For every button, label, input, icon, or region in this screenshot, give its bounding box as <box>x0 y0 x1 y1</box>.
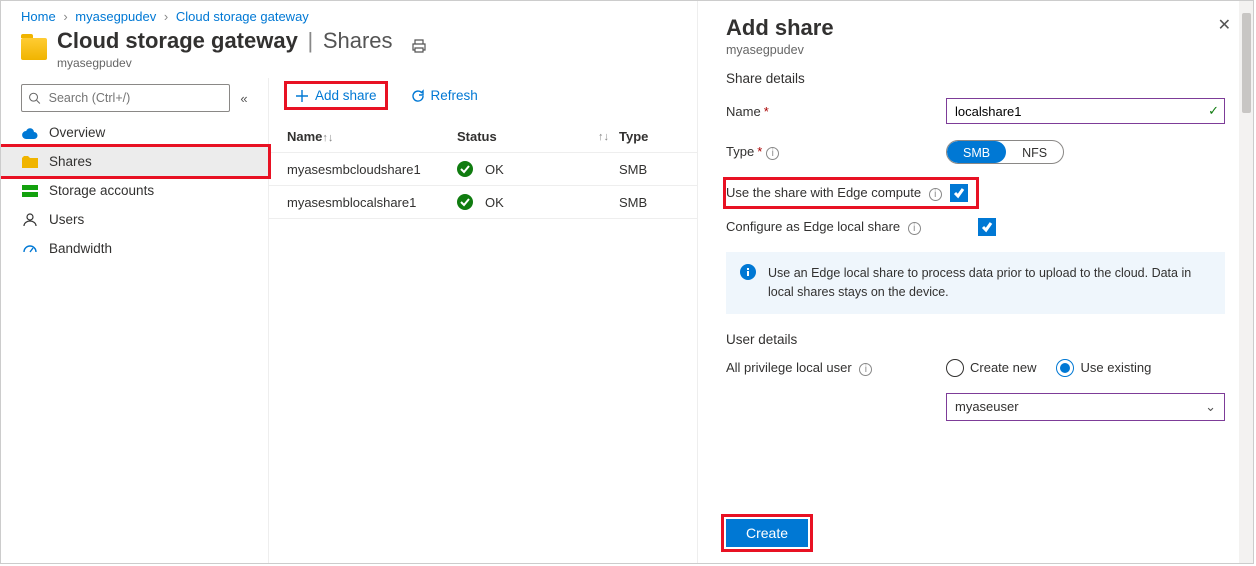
refresh-button[interactable]: Refresh <box>403 84 486 107</box>
info-icon[interactable]: i <box>929 188 942 201</box>
user-details-heading: User details <box>726 332 1225 347</box>
print-icon[interactable] <box>411 38 427 54</box>
shares-table: Name↑↓ Status↑↓ Type myasesmbcloudshare1… <box>269 121 697 219</box>
radio-create-new[interactable]: Create new <box>946 359 1036 377</box>
type-label: Type*i <box>726 144 946 160</box>
table-row[interactable]: myasesmbcloudshare1 OK SMB <box>269 153 697 186</box>
local-share-checkbox[interactable] <box>978 218 996 236</box>
status-ok-icon <box>457 161 479 177</box>
col-name[interactable]: Name <box>287 129 322 144</box>
page-section: Shares <box>323 28 393 53</box>
sidebar-item-label: Shares <box>49 154 92 169</box>
page-subtitle: myasegpudev <box>57 56 393 70</box>
cloud-icon <box>21 127 39 139</box>
user-select[interactable]: myaseuser ⌄ <box>946 393 1225 421</box>
valid-check-icon: ✓ <box>1208 103 1219 119</box>
page-title: Cloud storage gateway <box>57 28 298 53</box>
chevron-right-icon: › <box>164 9 168 24</box>
folder-icon <box>21 156 39 168</box>
radio-use-existing[interactable]: Use existing <box>1056 359 1151 377</box>
breadcrumb: Home › myasegpudev › Cloud storage gatew… <box>1 1 697 28</box>
panel-subtitle: myasegpudev <box>726 43 1225 57</box>
chevron-right-icon: › <box>63 9 67 24</box>
crumb-service[interactable]: Cloud storage gateway <box>176 9 309 24</box>
sidebar-item-shares[interactable]: Shares <box>1 147 268 176</box>
folder-icon <box>21 38 47 60</box>
edge-compute-checkbox[interactable] <box>950 184 968 202</box>
close-icon[interactable]: ✕ <box>1218 15 1231 35</box>
sidebar-item-storage[interactable]: Storage accounts <box>1 176 268 205</box>
edge-compute-label: Use the share with Edge compute i <box>726 185 950 201</box>
col-status[interactable]: Status <box>457 129 497 144</box>
create-button[interactable]: Create <box>726 519 808 547</box>
share-details-heading: Share details <box>726 71 1225 86</box>
refresh-icon <box>411 89 425 103</box>
sidebar-item-label: Users <box>49 212 84 227</box>
panel-title: Add share <box>726 15 1225 41</box>
sidebar-item-label: Overview <box>49 125 105 140</box>
sidebar-item-label: Storage accounts <box>49 183 154 198</box>
local-share-label: Configure as Edge local share i <box>726 219 978 235</box>
status-ok-icon <box>457 194 479 210</box>
sidebar-item-overview[interactable]: Overview <box>1 118 268 147</box>
sidebar-item-bandwidth[interactable]: Bandwidth <box>1 234 268 263</box>
name-label: Name* <box>726 104 946 119</box>
add-share-panel: ✕ Add share myasegpudev Share details Na… <box>698 1 1253 563</box>
sidebar-item-label: Bandwidth <box>49 241 112 256</box>
toolbar: Add share Refresh <box>269 78 697 113</box>
gauge-icon <box>21 242 39 256</box>
info-icon <box>740 264 758 302</box>
chevron-down-icon: ⌄ <box>1205 399 1216 415</box>
crumb-home[interactable]: Home <box>21 9 56 24</box>
type-option-nfs[interactable]: NFS <box>1006 141 1063 163</box>
crumb-device[interactable]: myasegpudev <box>75 9 156 24</box>
add-share-button[interactable]: Add share <box>287 84 385 107</box>
sort-icon[interactable]: ↑↓ <box>598 131 619 143</box>
storage-icon <box>21 185 39 197</box>
plus-icon <box>295 89 309 103</box>
page-header: Cloud storage gateway | Shares myasegpud… <box>1 28 697 78</box>
type-option-smb[interactable]: SMB <box>947 141 1006 163</box>
info-icon[interactable]: i <box>859 363 872 376</box>
scrollbar[interactable] <box>1239 1 1253 563</box>
sort-icon[interactable]: ↑↓ <box>322 132 343 144</box>
sidebar: « Overview Shares Storage accounts Users <box>1 78 269 563</box>
info-icon[interactable]: i <box>908 222 921 235</box>
share-name-input[interactable] <box>946 98 1225 124</box>
table-row[interactable]: myasesmblocalshare1 OK SMB <box>269 186 697 219</box>
collapse-sidebar-button[interactable]: « <box>230 91 258 106</box>
search-input[interactable] <box>21 84 230 112</box>
sidebar-item-users[interactable]: Users <box>1 205 268 234</box>
col-type[interactable]: Type <box>619 129 648 144</box>
info-banner: Use an Edge local share to process data … <box>726 252 1225 314</box>
type-toggle[interactable]: SMB NFS <box>946 140 1064 164</box>
info-icon[interactable]: i <box>766 147 779 160</box>
user-icon <box>21 213 39 227</box>
user-label: All privilege local user i <box>726 360 946 376</box>
